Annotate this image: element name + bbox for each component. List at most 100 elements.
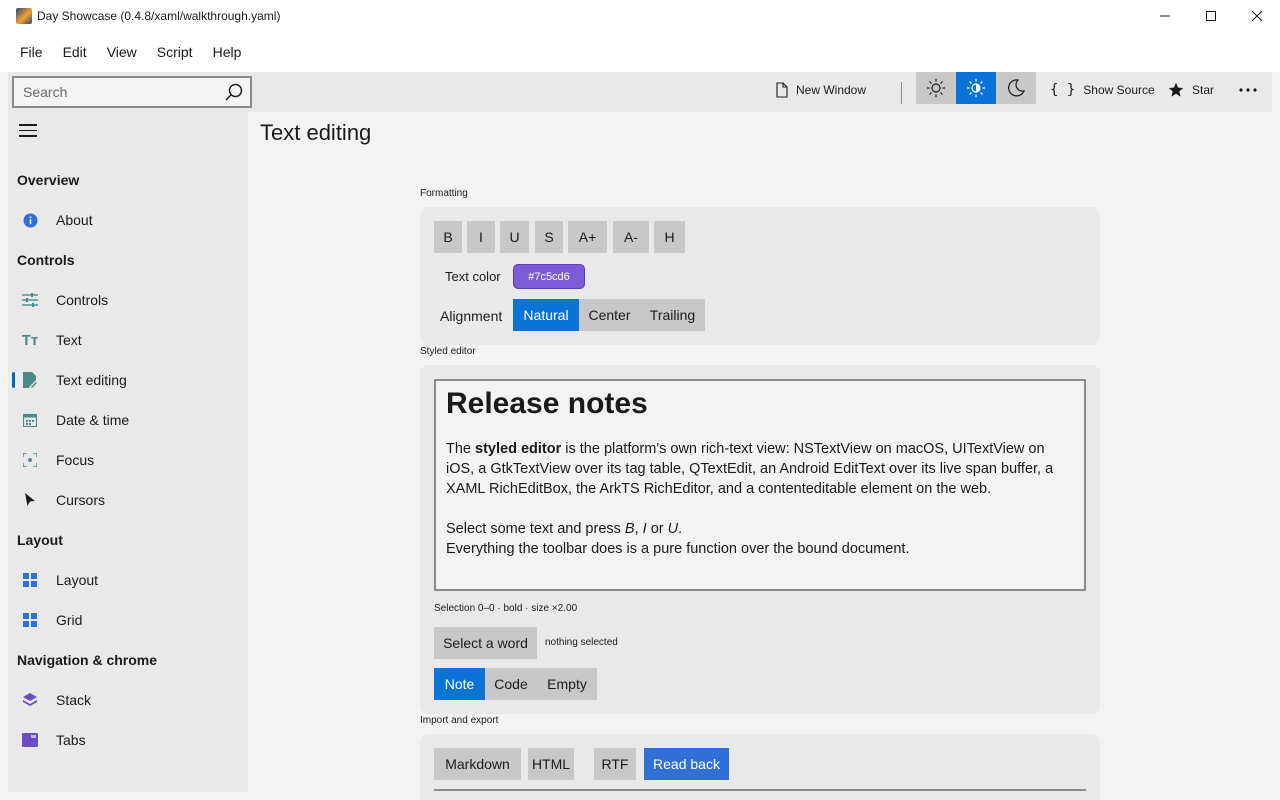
- decrease-size-button[interactable]: A-: [613, 221, 649, 253]
- text-color-label: Text color: [445, 269, 501, 284]
- star-button[interactable]: Star: [1168, 72, 1214, 108]
- menu-view[interactable]: View: [97, 32, 147, 72]
- underline-button[interactable]: U: [500, 221, 529, 253]
- maximize-button[interactable]: [1188, 0, 1234, 32]
- markdown-button[interactable]: Markdown: [434, 748, 521, 780]
- strikethrough-button[interactable]: S: [535, 221, 563, 253]
- close-icon: [1252, 11, 1262, 21]
- sidebar-item-date-time[interactable]: Date & time: [8, 400, 248, 440]
- sidebar-item-text-editing[interactable]: Text editing: [8, 360, 248, 400]
- close-button[interactable]: [1234, 0, 1280, 32]
- sidebar-item-focus[interactable]: Focus: [8, 440, 248, 480]
- sidebar-item-controls[interactable]: Controls: [8, 280, 248, 320]
- selection-info: Selection 0–0 · bold · size ×2.00: [434, 603, 578, 614]
- text-color-picker[interactable]: #7c5cd6: [513, 264, 585, 289]
- menu-file[interactable]: File: [10, 32, 53, 72]
- auto-theme-button[interactable]: [956, 72, 996, 104]
- menu-script[interactable]: Script: [147, 32, 203, 72]
- section-controls: Controls: [17, 252, 75, 268]
- styled-editor-card: Release notes The styled editor is the p…: [420, 365, 1100, 714]
- sidebar-item-label: Controls: [56, 292, 109, 308]
- auto-brightness-icon: [967, 79, 985, 97]
- alignment-label: Alignment: [440, 308, 503, 324]
- highlight-button[interactable]: H: [654, 221, 685, 253]
- sidebar-item-about[interactable]: About: [8, 200, 248, 240]
- window-title: Day Showcase (0.4.8/xaml/walkthrough.yam…: [37, 9, 281, 23]
- menu-bar: File Edit View Script Help: [0, 32, 1280, 72]
- sidebar-item-tabs[interactable]: Tabs: [8, 720, 248, 760]
- rich-text-editor[interactable]: Release notes The styled editor is the p…: [434, 379, 1086, 591]
- section-layout: Layout: [17, 532, 63, 548]
- formatting-label: Formatting: [420, 188, 468, 199]
- sidebar-item-cursors[interactable]: Cursors: [8, 480, 248, 520]
- more-button[interactable]: [1238, 72, 1258, 108]
- main-content: Text editing Formatting B I U S A+ A- H …: [248, 112, 1272, 800]
- import-export-label: Import and export: [420, 715, 499, 726]
- maximize-icon: [1206, 11, 1216, 21]
- title-bar: Day Showcase (0.4.8/xaml/walkthrough.yam…: [0, 0, 1280, 32]
- stack-icon: [22, 692, 38, 708]
- toolbar: Search New Window {} Show Source Star: [8, 72, 1272, 112]
- sidebar: Overview About Controls Controls Tт Text…: [8, 112, 248, 792]
- search-box[interactable]: Search: [12, 76, 252, 108]
- editor-paragraph: Select some text and press B, I or U.: [446, 521, 683, 537]
- tabs-icon: [22, 732, 38, 748]
- sidebar-item-text[interactable]: Tт Text: [8, 320, 248, 360]
- read-back-button[interactable]: Read back: [644, 748, 729, 780]
- preset-code-option[interactable]: Code: [485, 668, 537, 700]
- sidebar-item-grid[interactable]: Grid: [8, 600, 248, 640]
- sidebar-item-label: About: [56, 212, 93, 228]
- alignment-center-option[interactable]: Center: [579, 299, 640, 331]
- html-button[interactable]: HTML: [528, 748, 574, 780]
- dark-theme-button[interactable]: [996, 72, 1036, 104]
- menu-edit[interactable]: Edit: [53, 32, 97, 72]
- light-theme-button[interactable]: [916, 72, 956, 104]
- italic-button[interactable]: I: [467, 221, 495, 253]
- rtf-button[interactable]: RTF: [594, 748, 636, 780]
- bold-text: styled editor: [475, 441, 562, 457]
- increase-size-button[interactable]: A+: [568, 221, 607, 253]
- window-controls: [1142, 0, 1280, 32]
- alignment-trailing-option[interactable]: Trailing: [640, 299, 705, 331]
- preset-empty-option[interactable]: Empty: [537, 668, 597, 700]
- star-icon: [1168, 82, 1184, 98]
- section-overview: Overview: [17, 172, 80, 188]
- new-window-label: New Window: [796, 83, 867, 97]
- editor-paragraph: The styled editor is the platform's own …: [446, 441, 1054, 497]
- layout-grid-icon: [22, 572, 38, 588]
- alignment-natural-option[interactable]: Natural: [513, 299, 579, 331]
- more-icon: [1239, 88, 1257, 92]
- preset-note-option[interactable]: Note: [434, 668, 485, 700]
- editor-paragraph: Everything the toolbar does is a pure fu…: [446, 541, 910, 557]
- search-icon[interactable]: [218, 83, 250, 101]
- search-input[interactable]: Search: [14, 84, 218, 100]
- show-source-button[interactable]: { } Show Source: [1050, 72, 1155, 108]
- export-output-field[interactable]: [434, 789, 1086, 791]
- cursor-icon: [22, 492, 38, 508]
- minimize-button[interactable]: [1142, 0, 1188, 32]
- formatting-card: B I U S A+ A- H Text color #7c5cd6 Align…: [420, 207, 1100, 345]
- edit-document-icon: [22, 372, 38, 388]
- minimize-icon: [1160, 15, 1170, 17]
- bold-button[interactable]: B: [434, 221, 462, 253]
- sun-icon: [927, 79, 945, 97]
- sidebar-item-label: Stack: [56, 692, 92, 708]
- braces-icon: { }: [1050, 82, 1076, 98]
- page-title: Text editing: [260, 120, 372, 145]
- app-icon: [16, 8, 32, 24]
- sidebar-item-layout[interactable]: Layout: [8, 560, 248, 600]
- menu-help[interactable]: Help: [203, 32, 252, 72]
- preset-segmented-control: Note Code Empty: [434, 668, 597, 700]
- calendar-icon: [22, 412, 38, 428]
- sidebar-item-label: Text: [56, 332, 82, 348]
- sidebar-item-label: Cursors: [56, 492, 106, 508]
- select-word-button[interactable]: Select a word: [434, 627, 537, 659]
- sidebar-item-label: Date & time: [56, 412, 130, 428]
- new-window-button[interactable]: New Window: [776, 72, 866, 108]
- grid-icon: [22, 612, 38, 628]
- sidebar-item-stack[interactable]: Stack: [8, 680, 248, 720]
- sidebar-item-label: Layout: [56, 572, 99, 588]
- moon-icon: [1008, 79, 1026, 97]
- section-navigation-chrome: Navigation & chrome: [17, 652, 158, 668]
- hamburger-menu-icon[interactable]: [19, 124, 37, 141]
